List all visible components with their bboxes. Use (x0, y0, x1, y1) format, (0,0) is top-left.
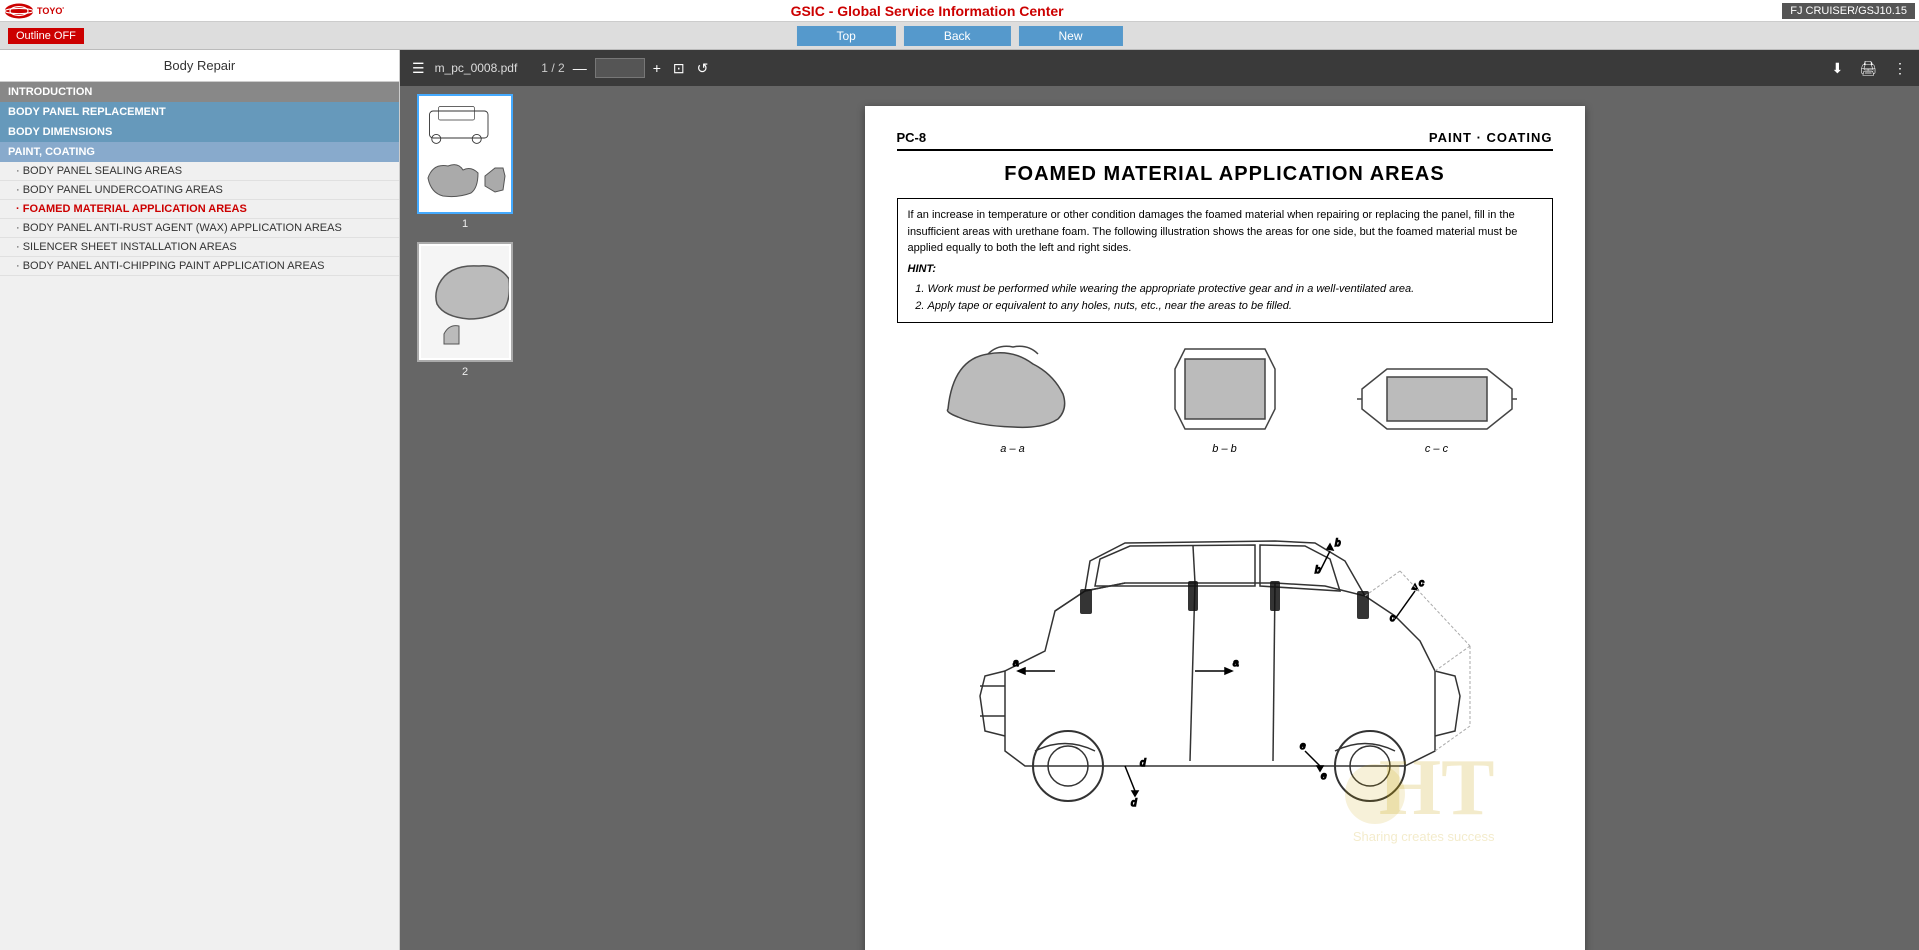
pdf-viewer: ☰ m_pc_0008.pdf 1 / 2 — 110% + ⊡ ↺ ⬇ 🖨 ⋮ (400, 50, 1919, 950)
outline-button[interactable]: Outline OFF (8, 28, 84, 44)
thumbnails-panel: 1 2 (400, 86, 530, 950)
document-page: PC-8 PAINT · COATING FOAMED MATERIAL APP… (530, 86, 1919, 950)
sidebar-header: Body Repair (0, 50, 399, 82)
nav-buttons: Top Back New (796, 26, 1122, 46)
main-layout: Body Repair INTRODUCTION BODY PANEL REPL… (0, 50, 1919, 950)
page-info: 1 / 2 (541, 61, 564, 75)
thumb-frame-2 (417, 242, 513, 362)
svg-text:a: a (1013, 658, 1019, 669)
print-button[interactable]: 🖨 (1855, 58, 1881, 79)
cross-section-illustrations: a – a b – b (897, 339, 1553, 455)
svg-text:e: e (1300, 741, 1306, 752)
cross-section-bb-svg (1165, 339, 1285, 439)
page-total: 2 (558, 61, 565, 75)
thumb-label-2: 2 (462, 366, 468, 378)
pdf-toolbar-right: ⬇ 🖨 ⋮ (1827, 58, 1911, 79)
cross-section-cc-label: c – c (1425, 443, 1448, 455)
cross-section-cc: c – c (1357, 359, 1517, 455)
sidebar-item-body-panel-anti-rust[interactable]: · BODY PANEL ANTI-RUST AGENT (WAX) APPLI… (0, 219, 399, 238)
sidebar-section-body-dimensions[interactable]: BODY DIMENSIONS (0, 122, 399, 142)
pdf-toolbar-left: ☰ m_pc_0008.pdf (408, 58, 517, 79)
svg-text:b: b (1315, 565, 1321, 576)
sidebar-item-body-panel-undercoating[interactable]: · BODY PANEL UNDERCOATING AREAS (0, 181, 399, 200)
pdf-menu-button[interactable]: ☰ (408, 58, 429, 79)
description-box: If an increase in temperature or other c… (897, 198, 1553, 323)
page-document: PC-8 PAINT · COATING FOAMED MATERIAL APP… (865, 106, 1585, 950)
svg-text:c: c (1390, 613, 1395, 624)
description-text: If an increase in temperature or other c… (908, 207, 1542, 257)
sidebar-section-body-panel-replacement[interactable]: BODY PANEL REPLACEMENT (0, 102, 399, 122)
svg-text:c: c (1419, 578, 1424, 589)
fit-page-button[interactable]: ⊡ (669, 58, 689, 79)
page-current: 1 (541, 61, 548, 75)
hints-list: Work must be performed while wearing the… (928, 281, 1542, 314)
more-options-button[interactable]: ⋮ (1889, 58, 1911, 79)
gsic-title: GSIC - Global Service Information Center (72, 3, 1782, 19)
thumb-label-1: 1 (462, 218, 468, 230)
cross-section-bb-label: b – b (1212, 443, 1236, 455)
pdf-toolbar-center: 1 / 2 — 110% + ⊡ ↺ (541, 58, 712, 79)
watermark-area: a a b b (925, 471, 1525, 854)
sidebar-item-foamed-material[interactable]: · FOAMED MATERIAL APPLICATION AREAS (0, 200, 399, 219)
pdf-content: 1 2 (400, 86, 1919, 950)
cross-section-bb: b – b (1165, 339, 1285, 455)
pdf-toolbar: ☰ m_pc_0008.pdf 1 / 2 — 110% + ⊡ ↺ ⬇ 🖨 ⋮ (400, 50, 1919, 86)
cross-section-aa-svg (933, 339, 1093, 439)
svg-text:TOYOTA: TOYOTA (37, 6, 64, 16)
back-button[interactable]: Back (904, 26, 1011, 46)
sidebar-item-body-panel-sealing[interactable]: · BODY PANEL SEALING AREAS (0, 162, 399, 181)
page-separator: / (551, 61, 558, 75)
thumbnail-1[interactable]: 1 (417, 94, 513, 230)
pdf-filename: m_pc_0008.pdf (435, 61, 518, 75)
sidebar: Body Repair INTRODUCTION BODY PANEL REPL… (0, 50, 400, 950)
thumb-frame-1 (417, 94, 513, 214)
nav-bar: Outline OFF Top Back New (0, 22, 1919, 50)
svg-text:e: e (1321, 771, 1327, 782)
sidebar-section-paint-coating[interactable]: PAINT, COATING (0, 142, 399, 162)
sidebar-item-body-panel-anti-chipping[interactable]: · BODY PANEL ANTI-CHIPPING PAINT APPLICA… (0, 257, 399, 276)
new-button[interactable]: New (1019, 26, 1123, 46)
cross-section-aa-label: a – a (1000, 443, 1024, 455)
sidebar-item-silencer-sheet[interactable]: · SILENCER SHEET INSTALLATION AREAS (0, 238, 399, 257)
toyota-logo: TOYOTA (4, 2, 64, 20)
page-header: PC-8 PAINT · COATING (897, 130, 1553, 151)
top-bar: TOYOTA GSIC - Global Service Information… (0, 0, 1919, 22)
thumbnail-2[interactable]: 2 (417, 242, 513, 378)
rotate-button[interactable]: ↺ (693, 58, 713, 79)
car-diagram-svg: a a b b (925, 471, 1525, 851)
document-title: FOAMED MATERIAL APPLICATION AREAS (897, 163, 1553, 186)
zoom-input[interactable]: 110% (595, 58, 645, 78)
sidebar-nav: INTRODUCTION BODY PANEL REPLACEMENT BODY… (0, 82, 399, 950)
hint-1: Work must be performed while wearing the… (928, 281, 1542, 298)
sidebar-section-introduction[interactable]: INTRODUCTION (0, 82, 399, 102)
svg-text:a: a (1233, 658, 1239, 669)
download-button[interactable]: ⬇ (1827, 58, 1847, 79)
zoom-in-button[interactable]: + (649, 58, 665, 78)
cross-section-cc-svg (1357, 359, 1517, 439)
vehicle-badge: FJ CRUISER/GSJ10.15 (1782, 3, 1915, 19)
hint-2: Apply tape or equivalent to any holes, n… (928, 298, 1542, 315)
car-illustration: a a b b (897, 471, 1553, 854)
page-section-title: PAINT · COATING (1429, 130, 1553, 145)
zoom-out-button[interactable]: — (569, 58, 591, 78)
hint-label: HINT: (908, 261, 1542, 278)
svg-text:b: b (1335, 538, 1341, 549)
top-button[interactable]: Top (796, 26, 895, 46)
page-code: PC-8 (897, 130, 927, 145)
cross-section-aa: a – a (933, 339, 1093, 455)
svg-text:d: d (1131, 798, 1137, 809)
svg-text:d: d (1140, 758, 1146, 769)
